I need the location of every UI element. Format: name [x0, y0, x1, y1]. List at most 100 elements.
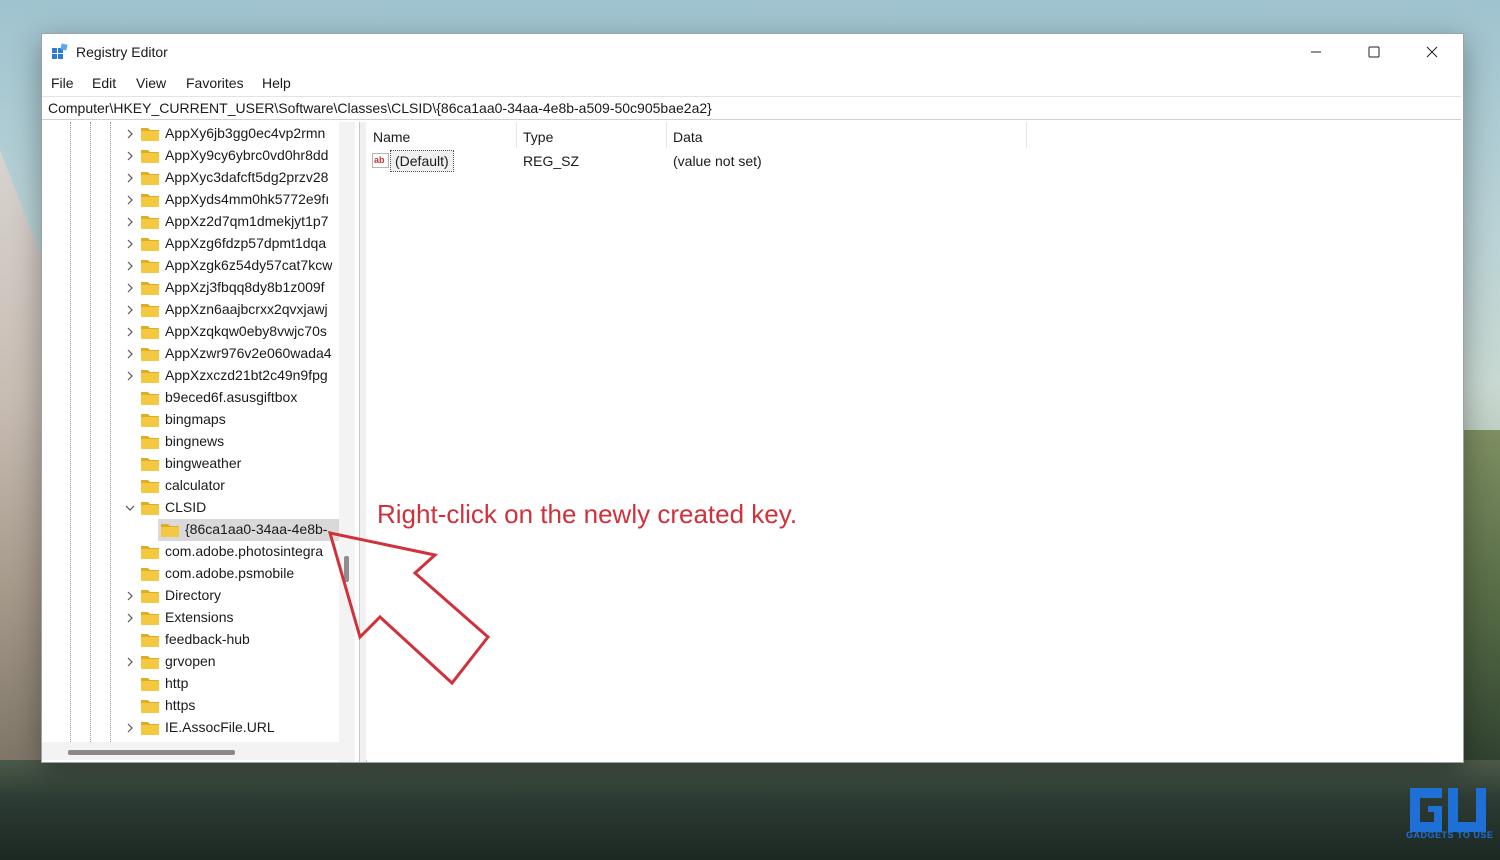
- tree-item[interactable]: AppXy9cy6ybrc0vd0hr8dd: [42, 145, 342, 167]
- chevron-right-icon[interactable]: [124, 282, 136, 294]
- tree-item-label: AppXy6jb3gg0ec4vp2rmn: [165, 125, 326, 141]
- background-lake: [0, 760, 1500, 860]
- maximize-icon: [1368, 46, 1380, 58]
- chevron-right-icon[interactable]: [124, 238, 136, 250]
- folder-icon: [141, 590, 159, 603]
- tree-item[interactable]: AppXyc3dafcft5dg2przv28: [42, 167, 342, 189]
- tree-item-label: com.adobe.psmobile: [165, 565, 295, 581]
- column-separator[interactable]: [1026, 122, 1027, 148]
- chevron-right-icon[interactable]: [124, 304, 136, 316]
- menu-edit[interactable]: Edit: [92, 75, 116, 91]
- chevron-right-icon[interactable]: [124, 348, 136, 360]
- key-tree[interactable]: AppXy6jb3gg0ec4vp2rmn AppXy9cy6ybrc0vd0hr…: [42, 122, 359, 760]
- chevron-right-icon[interactable]: [124, 150, 136, 162]
- column-header-name[interactable]: Name: [366, 122, 516, 148]
- address-bar[interactable]: Computer\HKEY_CURRENT_USER\Software\Clas…: [42, 96, 1461, 120]
- folder-icon: [141, 260, 159, 273]
- value-type: REG_SZ: [523, 153, 580, 169]
- tree-horizontal-scroll-thumb[interactable]: [68, 750, 235, 755]
- tree-item[interactable]: bingweather: [42, 453, 342, 475]
- value-row[interactable]: ab (Default) REG_SZ (value not set): [366, 150, 1461, 172]
- tree-item[interactable]: {86ca1aa0-34aa-4e8b-: [42, 519, 342, 541]
- folder-icon: [141, 150, 159, 163]
- tree-item[interactable]: Directory: [42, 585, 342, 607]
- registry-editor-icon: [52, 43, 68, 59]
- tree-item[interactable]: AppXzxczd21bt2c49n9fpg: [42, 365, 342, 387]
- tree-item[interactable]: com.adobe.photosintegra: [42, 541, 342, 563]
- tree-item-label: calculator: [165, 477, 225, 493]
- chevron-right-icon[interactable]: [124, 722, 136, 734]
- tree-item[interactable]: AppXy6jb3gg0ec4vp2rmn: [42, 123, 342, 145]
- tree-item[interactable]: IE.AssocFile.URL: [42, 717, 342, 739]
- folder-icon: [161, 524, 179, 537]
- folder-icon: [141, 326, 159, 339]
- title-bar[interactable]: Registry Editor: [42, 34, 1463, 70]
- svg-text:ab: ab: [374, 155, 385, 165]
- chevron-right-icon[interactable]: [124, 590, 136, 602]
- folder-icon: [141, 546, 159, 559]
- values-pane[interactable]: Name Type Data ab (Default) REG_SZ (valu…: [366, 122, 1461, 760]
- tree-item[interactable]: https: [42, 695, 342, 717]
- folder-icon: [141, 568, 159, 581]
- tree-item-label: feedback-hub: [165, 631, 250, 647]
- chevron-right-icon[interactable]: [124, 216, 136, 228]
- tree-item[interactable]: CLSID: [42, 497, 342, 519]
- tree-item[interactable]: AppXzgk6z54dy57cat7kcw: [42, 255, 342, 277]
- window-title: Registry Editor: [76, 44, 168, 60]
- tree-item[interactable]: AppXzqkqw0eby8vwjc70s: [42, 321, 342, 343]
- folder-icon: [141, 304, 159, 317]
- tree-item[interactable]: grvopen: [42, 651, 342, 673]
- folder-icon: [141, 194, 159, 207]
- folder-icon: [141, 128, 159, 141]
- column-header-type[interactable]: Type: [516, 122, 666, 148]
- tree-item[interactable]: bingmaps: [42, 409, 342, 431]
- tree-item-label: https: [165, 697, 196, 713]
- chevron-right-icon[interactable]: [124, 326, 136, 338]
- chevron-right-icon[interactable]: [124, 260, 136, 272]
- tree-item[interactable]: AppXz2d7qm1dmekjyt1p7: [42, 211, 342, 233]
- tree-item[interactable]: AppXzg6fdzp57dpmt1dqa: [42, 233, 342, 255]
- minimize-button[interactable]: [1287, 34, 1345, 70]
- chevron-right-icon[interactable]: [124, 172, 136, 184]
- tree-item[interactable]: AppXzn6aajbcrxx2qvxjawj: [42, 299, 342, 321]
- folder-icon: [141, 502, 159, 515]
- tree-item-label: CLSID: [165, 499, 207, 515]
- menu-favorites[interactable]: Favorites: [186, 75, 244, 91]
- folder-icon: [141, 414, 159, 427]
- tree-item[interactable]: http: [42, 673, 342, 695]
- tree-item-label: IE.AssocFile.URL: [165, 719, 275, 735]
- chevron-right-icon[interactable]: [124, 612, 136, 624]
- folder-icon: [141, 216, 159, 229]
- tree-item[interactable]: AppXzwr976v2e060wada4: [42, 343, 342, 365]
- tree-item[interactable]: Extensions: [42, 607, 342, 629]
- chevron-right-icon[interactable]: [124, 194, 136, 206]
- menu-help[interactable]: Help: [262, 75, 291, 91]
- annotation-arrow: [327, 531, 491, 686]
- tree-item[interactable]: calculator: [42, 475, 342, 497]
- menu-file[interactable]: File: [51, 75, 74, 91]
- tree-item-label: {86ca1aa0-34aa-4e8b-: [185, 521, 328, 537]
- tree-item[interactable]: b9eced6f.asusgiftbox: [42, 387, 342, 409]
- tree-item-label: bingnews: [165, 433, 225, 449]
- folder-icon: [141, 634, 159, 647]
- folder-icon: [141, 480, 159, 493]
- value-data: (value not set): [673, 153, 762, 169]
- chevron-right-icon[interactable]: [124, 128, 136, 140]
- tree-item[interactable]: feedback-hub: [42, 629, 342, 651]
- menu-view[interactable]: View: [136, 75, 166, 91]
- maximize-button[interactable]: [1345, 34, 1403, 70]
- tree-item[interactable]: com.adobe.psmobile: [42, 563, 342, 585]
- tree-item[interactable]: bingnews: [42, 431, 342, 453]
- tree-item-label: Directory: [165, 587, 222, 603]
- close-button[interactable]: [1403, 34, 1461, 70]
- tree-item[interactable]: AppXyds4mm0hk5772e9fı: [42, 189, 342, 211]
- chevron-down-icon[interactable]: [124, 502, 136, 514]
- tree-item[interactable]: AppXzj3fbqq8dy8b1z009f: [42, 277, 342, 299]
- chevron-right-icon[interactable]: [124, 656, 136, 668]
- folder-icon: [141, 656, 159, 669]
- column-header-data[interactable]: Data: [666, 122, 1026, 148]
- chevron-right-icon[interactable]: [124, 370, 136, 382]
- tree-item-label: bingmaps: [165, 411, 226, 427]
- value-name[interactable]: (Default): [390, 150, 454, 172]
- tree-item-label: AppXzxczd21bt2c49n9fpg: [165, 367, 328, 383]
